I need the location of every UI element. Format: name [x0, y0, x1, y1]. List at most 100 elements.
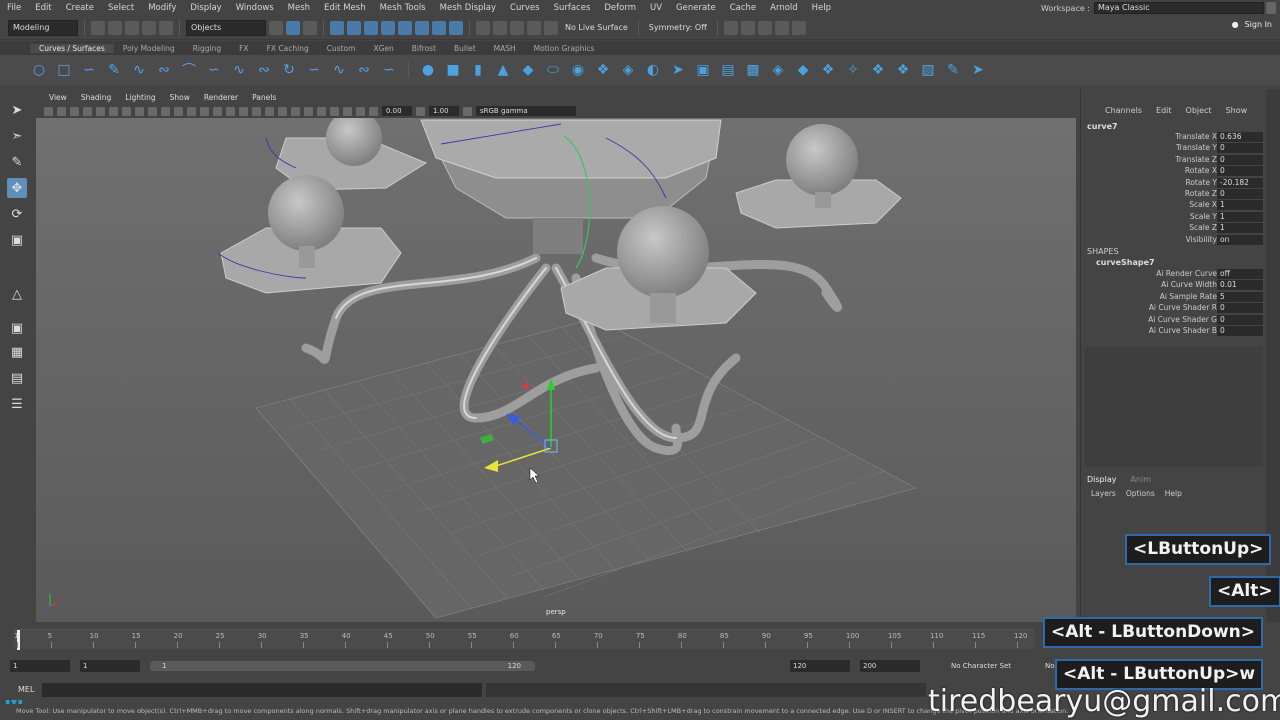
hierarchy-mode-icon[interactable]	[269, 20, 283, 35]
shelf-tab-bifrost[interactable]: Bifrost	[403, 44, 445, 53]
camera-attributes-icon[interactable]	[57, 106, 66, 116]
playback-end-field[interactable]: 120	[790, 660, 850, 672]
menu-mesh-tools[interactable]: Mesh Tools	[373, 3, 433, 13]
last-tool-icon[interactable]: △	[7, 284, 27, 304]
attribute-value-field[interactable]: 1	[1217, 211, 1263, 222]
select-camera-icon[interactable]	[44, 106, 53, 116]
revolve-icon[interactable]: ◉	[569, 61, 587, 79]
shelf-tab-xgen[interactable]: XGen	[364, 44, 402, 53]
xray-icon[interactable]	[330, 106, 339, 116]
xray-joints-icon[interactable]	[343, 106, 352, 116]
menu-modify[interactable]: Modify	[141, 3, 183, 13]
isolate-select-icon[interactable]	[317, 106, 326, 116]
attribute-value-field[interactable]: 0	[1217, 189, 1263, 199]
perspective-viewport[interactable]: persp	[36, 118, 1076, 622]
loft-icon[interactable]: ❖	[594, 61, 612, 79]
undo-icon[interactable]	[142, 20, 156, 35]
detach-surface-icon[interactable]: ❖	[894, 61, 912, 79]
rotate-tool-icon[interactable]: ⟳	[7, 204, 27, 224]
textured-icon[interactable]	[226, 106, 235, 116]
component-mode-icon[interactable]	[303, 20, 317, 35]
selection-mode-dropdown[interactable]: Objects	[186, 19, 266, 36]
cv-curve-icon[interactable]: ∿	[130, 61, 148, 79]
nurbs-cylinder-icon[interactable]: ▮	[469, 61, 487, 79]
layers-menu[interactable]: Layers	[1091, 489, 1116, 498]
menu-uv[interactable]: UV	[643, 3, 669, 13]
boundary-icon[interactable]: ▤	[719, 61, 737, 79]
ipr-render-icon[interactable]	[757, 20, 772, 35]
project-curve-icon[interactable]: ◆	[794, 61, 812, 79]
depth-of-field-icon[interactable]	[304, 106, 313, 116]
menu-surfaces[interactable]: Surfaces	[547, 3, 598, 13]
attach-curve-icon[interactable]: ∿	[230, 61, 248, 79]
snap-grid-icon[interactable]	[476, 20, 490, 35]
menu-select[interactable]: Select	[101, 3, 141, 13]
menu-set-dropdown[interactable]: Modeling	[8, 19, 78, 36]
new-scene-icon[interactable]	[91, 20, 105, 35]
exposure-field[interactable]: 0.00	[382, 106, 412, 116]
select-by-joint-icon[interactable]	[347, 20, 361, 35]
scale-tool-icon[interactable]: ▣	[7, 230, 27, 250]
anti-aliasing-icon[interactable]	[291, 106, 300, 116]
menu-mesh-display[interactable]: Mesh Display	[433, 3, 503, 13]
bevel-plus-icon[interactable]: ▣	[694, 61, 712, 79]
attribute-value-field[interactable]: -20.182	[1217, 177, 1263, 188]
sign-in[interactable]: ● Sign In	[1232, 20, 1272, 29]
trim-tool-icon[interactable]: ❖	[819, 61, 837, 79]
bezier-curve-icon[interactable]: ∾	[155, 61, 173, 79]
channel-menu-channels[interactable]: Channels	[1105, 106, 1142, 115]
command-input[interactable]	[42, 683, 482, 697]
lock-icon[interactable]	[1266, 2, 1276, 14]
select-tool-icon[interactable]: ➤	[7, 100, 27, 120]
attribute-value-field[interactable]: on	[1217, 234, 1263, 245]
select-by-misc-icon[interactable]	[449, 20, 463, 35]
help-menu[interactable]: Help	[1165, 489, 1182, 498]
square-curve-icon[interactable]: □	[55, 61, 73, 79]
safe-title-icon[interactable]	[174, 106, 183, 116]
shelf-tab-mash[interactable]: MASH	[485, 44, 525, 53]
shelf-tab-fx[interactable]: FX	[230, 44, 257, 53]
time-slider-track[interactable]: 1 5 10 15 20 25 30 35 40 45 50 55 60 65 70 75 80 85 90 95 10…	[14, 629, 1034, 650]
snap-curve-icon[interactable]	[493, 20, 507, 35]
select-by-surface-icon[interactable]	[381, 20, 395, 35]
channel-menu-edit[interactable]: Edit	[1156, 106, 1172, 115]
menu-windows[interactable]: Windows	[229, 3, 281, 13]
sign-in-label[interactable]: Sign In	[1245, 20, 1272, 29]
intersect-surface-icon[interactable]: ◈	[769, 61, 787, 79]
attribute-value-field[interactable]: 0.01	[1217, 280, 1263, 291]
pencil-curve-icon[interactable]: ✎	[105, 61, 123, 79]
offset-curve-icon[interactable]: ∽	[305, 61, 323, 79]
curve-tool-icon[interactable]: ∽	[205, 61, 223, 79]
planar-icon[interactable]: ◈	[619, 61, 637, 79]
options-menu[interactable]: Options	[1126, 489, 1155, 498]
snap-point-icon[interactable]	[510, 20, 524, 35]
use-all-lights-icon[interactable]	[239, 106, 248, 116]
viewport-menu-view[interactable]: View	[42, 93, 74, 102]
film-gate-icon[interactable]	[109, 106, 118, 116]
nurbs-cone-icon[interactable]: ▲	[494, 61, 512, 79]
viewport-menu-lighting[interactable]: Lighting	[118, 93, 162, 102]
menu-help[interactable]: Help	[805, 3, 838, 13]
history-icon[interactable]	[723, 20, 738, 35]
untrim-icon[interactable]: ✧	[844, 61, 862, 79]
tab-display[interactable]: Display	[1087, 475, 1117, 484]
attribute-value-field[interactable]: 1	[1217, 200, 1263, 211]
extrude-icon[interactable]: ◐	[644, 61, 662, 79]
insert-knot-icon[interactable]: ∽	[380, 61, 398, 79]
menu-display[interactable]: Display	[183, 3, 228, 13]
birail-icon[interactable]: ➤	[669, 61, 687, 79]
live-surface-label[interactable]: No Live Surface	[561, 23, 632, 32]
single-view-layout-icon[interactable]: ▣	[7, 318, 27, 338]
two-view-layout-icon[interactable]: ▤	[7, 368, 27, 388]
attribute-value-field[interactable]: 5	[1217, 291, 1263, 302]
resolution-gate-icon[interactable]	[122, 106, 131, 116]
playback-start-field[interactable]: 1	[80, 660, 140, 672]
save-scene-icon[interactable]	[125, 20, 139, 35]
open-scene-icon[interactable]	[108, 20, 122, 35]
attribute-value-field[interactable]: 0	[1217, 303, 1263, 314]
menu-arnold[interactable]: Arnold	[763, 3, 805, 13]
four-view-layout-icon[interactable]: ▦	[7, 342, 27, 362]
field-chart-icon[interactable]	[148, 106, 157, 116]
select-by-handle-icon[interactable]	[330, 20, 344, 35]
ep-curve-icon[interactable]: ∽	[80, 61, 98, 79]
